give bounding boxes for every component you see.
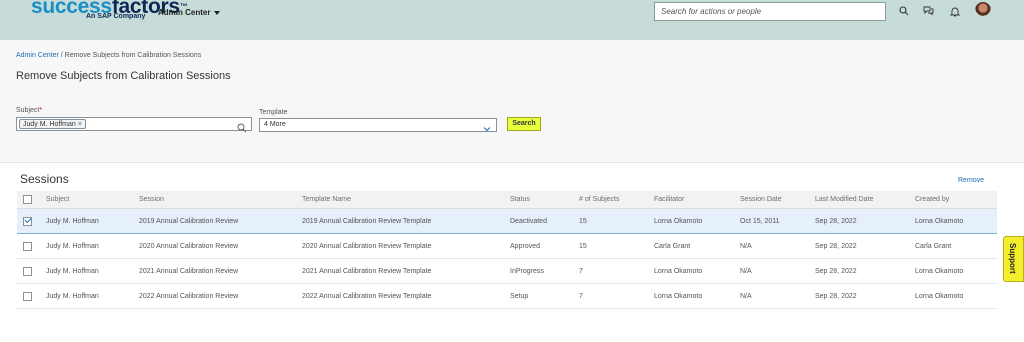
- template-label: Template: [259, 109, 288, 116]
- table-header-row: Subject Session Template Name Status # of Su…: [17, 191, 997, 209]
- table-row[interactable]: Judy M. Hoffman 2019 Annual Calibration R…: [17, 209, 997, 234]
- table-cell: Approved: [510, 242, 540, 250]
- table-cell: InProgress: [510, 267, 544, 275]
- table-cell: Lorna Okamoto: [654, 267, 703, 275]
- table-cell: 2022 Annual Calibration Review: [139, 292, 239, 300]
- search-icon[interactable]: [237, 120, 247, 133]
- row-select-cell: [23, 259, 32, 283]
- logo-subtitle: An SAP Company: [86, 13, 146, 20]
- table-cell: Carla Grant: [915, 242, 952, 250]
- row-checkbox[interactable]: [23, 266, 32, 276]
- table-row[interactable]: Judy M. Hoffman 2020 Annual Calibration R…: [17, 234, 997, 259]
- table-cell: Sep 28, 2022: [815, 242, 857, 250]
- table-cell: N/A: [740, 292, 752, 300]
- column-header[interactable]: Template Name: [302, 191, 351, 208]
- row-select-cell: [23, 209, 32, 233]
- column-header[interactable]: Created by: [915, 191, 949, 208]
- column-header[interactable]: Facilitator: [654, 191, 684, 208]
- sessions-title: Sessions: [20, 172, 69, 186]
- required-marker: *: [39, 107, 43, 114]
- support-tab-label: Support: [1008, 243, 1017, 274]
- subject-input[interactable]: Judy M. Hoffman ×: [16, 117, 252, 133]
- table-cell: Judy M. Hoffman: [46, 292, 99, 300]
- column-header[interactable]: Status: [510, 191, 530, 208]
- table-cell: Lorna Okamoto: [654, 292, 703, 300]
- table-cell: Lorna Okamoto: [915, 267, 964, 275]
- subject-label: Subject*: [16, 107, 42, 114]
- page-title: Remove Subjects from Calibration Session…: [16, 70, 231, 82]
- search-icon[interactable]: [897, 4, 911, 18]
- table-cell: Setup: [510, 292, 529, 300]
- chevron-down-icon: [482, 121, 492, 132]
- row-checkbox[interactable]: [23, 291, 32, 301]
- table-cell: 15: [579, 242, 587, 250]
- remove-button[interactable]: Remove: [958, 177, 984, 184]
- table-cell: 2020 Annual Calibration Review Template: [302, 242, 432, 250]
- table-cell: 2020 Annual Calibration Review: [139, 242, 239, 250]
- table-cell: Judy M. Hoffman: [46, 217, 99, 225]
- admin-center-label: Admin Center: [158, 8, 211, 17]
- table-cell: 2022 Annual Calibration Review Template: [302, 292, 432, 300]
- table-cell: N/A: [740, 242, 752, 250]
- table-cell: Lorna Okamoto: [915, 217, 964, 225]
- chat-icon[interactable]: [921, 4, 935, 18]
- template-select-value: 4 More: [264, 121, 286, 128]
- select-all-cell: [23, 191, 32, 208]
- breadcrumb-current: Remove Subjects from Calibration Session…: [64, 52, 202, 59]
- table-cell: Lorna Okamoto: [915, 292, 964, 300]
- table-cell: Sep 28, 2022: [815, 217, 857, 225]
- subject-token-label: Judy M. Hoffman: [23, 121, 76, 128]
- table-cell: 2021 Annual Calibration Review Template: [302, 267, 432, 275]
- search-button[interactable]: Search: [507, 117, 541, 131]
- sessions-panel: Sessions Remove Subject Session Template N…: [0, 162, 1024, 342]
- table-cell: 7: [579, 292, 583, 300]
- sessions-table: Subject Session Template Name Status # of Su…: [17, 191, 997, 309]
- top-header: successfactors™ An SAP Company Admin Cen…: [0, 0, 1024, 40]
- global-search-input[interactable]: Search for actions or people: [654, 2, 886, 21]
- row-checkbox[interactable]: [23, 216, 32, 226]
- chevron-down-icon: [214, 10, 221, 15]
- table-row[interactable]: Judy M. Hoffman 2022 Annual Calibration R…: [17, 284, 997, 309]
- column-header[interactable]: Session: [139, 191, 164, 208]
- column-header[interactable]: # of Subjects: [579, 191, 619, 208]
- table-cell: 7: [579, 267, 583, 275]
- table-cell: Carla Grant: [654, 242, 691, 250]
- column-header[interactable]: Subject: [46, 191, 69, 208]
- row-select-cell: [23, 284, 32, 308]
- row-checkbox[interactable]: [23, 241, 32, 251]
- table-row[interactable]: Judy M. Hoffman 2021 Annual Calibration R…: [17, 259, 997, 284]
- table-cell: Oct 15, 2011: [740, 217, 780, 225]
- column-header[interactable]: Session Date: [740, 191, 782, 208]
- row-select-cell: [23, 234, 32, 258]
- table-cell: Judy M. Hoffman: [46, 267, 99, 275]
- table-cell: 2021 Annual Calibration Review: [139, 267, 239, 275]
- table-cell: Deactivated: [510, 217, 547, 225]
- breadcrumb-admin-center[interactable]: Admin Center: [16, 52, 59, 59]
- table-cell: 2019 Annual Calibration Review Template: [302, 217, 432, 225]
- table-cell: 15: [579, 217, 587, 225]
- template-select[interactable]: 4 More: [259, 118, 497, 132]
- table-cell: Lorna Okamoto: [654, 217, 703, 225]
- successfactors-logo[interactable]: successfactors™ An SAP Company: [31, 0, 188, 20]
- user-avatar[interactable]: [975, 2, 991, 18]
- table-cell: 2019 Annual Calibration Review: [139, 217, 239, 225]
- breadcrumb: Admin Center / Remove Subjects from Cali…: [16, 52, 201, 59]
- table-cell: N/A: [740, 267, 752, 275]
- admin-center-menu[interactable]: Admin Center: [158, 8, 221, 17]
- support-tab[interactable]: Support: [1003, 236, 1024, 282]
- table-cell: Sep 28, 2022: [815, 267, 857, 275]
- bell-icon[interactable]: [948, 4, 962, 18]
- subject-label-text: Subject: [16, 107, 40, 114]
- select-all-checkbox[interactable]: [23, 195, 32, 204]
- column-header[interactable]: Last Modified Date: [815, 191, 873, 208]
- subject-token: Judy M. Hoffman ×: [19, 119, 86, 129]
- table-cell: Judy M. Hoffman: [46, 242, 99, 250]
- table-cell: Sep 28, 2022: [815, 292, 857, 300]
- token-remove-icon[interactable]: ×: [78, 121, 82, 128]
